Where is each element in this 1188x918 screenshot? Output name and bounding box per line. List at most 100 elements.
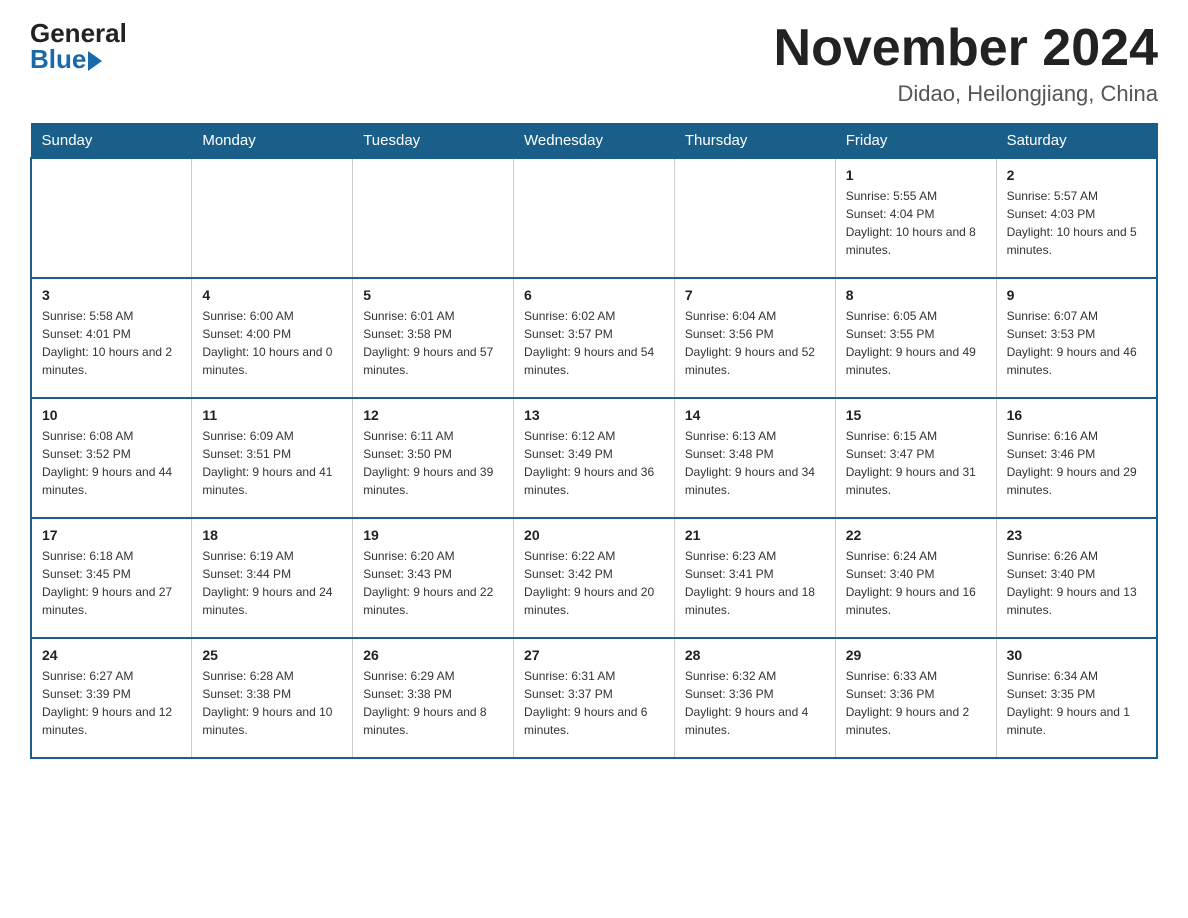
day-number: 25 — [202, 647, 342, 663]
calendar-day-cell: 12 Sunrise: 6:11 AMSunset: 3:50 PMDayligh… — [353, 398, 514, 518]
calendar-day-cell — [353, 158, 514, 278]
logo: General Blue — [30, 20, 127, 72]
day-info: Sunrise: 6:08 AMSunset: 3:52 PMDaylight:… — [42, 427, 181, 499]
calendar-day-cell: 26 Sunrise: 6:29 AMSunset: 3:38 PMDayligh… — [353, 638, 514, 758]
calendar-header-row: SundayMondayTuesdayWednesdayThursdayFrid… — [31, 124, 1157, 159]
day-info: Sunrise: 5:57 AMSunset: 4:03 PMDaylight:… — [1007, 187, 1146, 259]
calendar-day-cell: 4 Sunrise: 6:00 AMSunset: 4:00 PMDaylight… — [192, 278, 353, 398]
calendar-day-cell: 17 Sunrise: 6:18 AMSunset: 3:45 PMDayligh… — [31, 518, 192, 638]
day-info: Sunrise: 6:32 AMSunset: 3:36 PMDaylight:… — [685, 667, 825, 739]
calendar-day-cell: 18Sunrise: 6:19 AMSunset: 3:44 PMDayligh… — [192, 518, 353, 638]
day-number: 11 — [202, 407, 342, 423]
day-info: Sunrise: 6:13 AMSunset: 3:48 PMDaylight:… — [685, 427, 825, 499]
day-number: 10 — [42, 407, 181, 423]
calendar-day-cell: 6 Sunrise: 6:02 AMSunset: 3:57 PMDaylight… — [514, 278, 675, 398]
day-number: 1 — [846, 167, 986, 183]
day-number: 12 — [363, 407, 503, 423]
calendar-day-cell: 5Sunrise: 6:01 AMSunset: 3:58 PMDaylight… — [353, 278, 514, 398]
day-info: Sunrise: 6:11 AMSunset: 3:50 PMDaylight:… — [363, 427, 503, 499]
day-info: Sunrise: 6:09 AMSunset: 3:51 PMDaylight:… — [202, 427, 342, 499]
day-info: Sunrise: 6:33 AMSunset: 3:36 PMDaylight:… — [846, 667, 986, 739]
day-number: 16 — [1007, 407, 1146, 423]
calendar-day-cell: 29Sunrise: 6:33 AMSunset: 3:36 PMDayligh… — [835, 638, 996, 758]
day-info: Sunrise: 6:02 AMSunset: 3:57 PMDaylight:… — [524, 307, 664, 379]
day-number: 24 — [42, 647, 181, 663]
calendar-day-cell — [514, 158, 675, 278]
logo-triangle-icon — [88, 51, 102, 71]
day-info: Sunrise: 6:01 AMSunset: 3:58 PMDaylight:… — [363, 307, 503, 379]
day-number: 8 — [846, 287, 986, 303]
day-info: Sunrise: 6:27 AMSunset: 3:39 PMDaylight:… — [42, 667, 181, 739]
calendar-day-cell: 15Sunrise: 6:15 AMSunset: 3:47 PMDayligh… — [835, 398, 996, 518]
calendar-table: SundayMondayTuesdayWednesdayThursdayFrid… — [30, 123, 1158, 759]
day-info: Sunrise: 6:07 AMSunset: 3:53 PMDaylight:… — [1007, 307, 1146, 379]
calendar-day-cell: 9 Sunrise: 6:07 AMSunset: 3:53 PMDaylight… — [996, 278, 1157, 398]
header: General Blue November 2024 Didao, Heilon… — [30, 20, 1158, 107]
day-number: 3 — [42, 287, 181, 303]
day-info: Sunrise: 6:34 AMSunset: 3:35 PMDaylight:… — [1007, 667, 1146, 739]
title-area: November 2024 Didao, Heilongjiang, China — [774, 20, 1158, 107]
calendar-day-cell: 1 Sunrise: 5:55 AMSunset: 4:04 PMDaylight… — [835, 158, 996, 278]
calendar-day-cell: 3 Sunrise: 5:58 AMSunset: 4:01 PMDaylight… — [31, 278, 192, 398]
calendar-day-cell: 13 Sunrise: 6:12 AMSunset: 3:49 PMDayligh… — [514, 398, 675, 518]
day-info: Sunrise: 6:15 AMSunset: 3:47 PMDaylight:… — [846, 427, 986, 499]
day-info: Sunrise: 6:31 AMSunset: 3:37 PMDaylight:… — [524, 667, 664, 739]
day-info: Sunrise: 6:29 AMSunset: 3:38 PMDaylight:… — [363, 667, 503, 739]
calendar-day-cell: 28 Sunrise: 6:32 AMSunset: 3:36 PMDayligh… — [674, 638, 835, 758]
day-number: 13 — [524, 407, 664, 423]
day-info: Sunrise: 6:22 AMSunset: 3:42 PMDaylight:… — [524, 547, 664, 619]
calendar-day-cell: 10 Sunrise: 6:08 AMSunset: 3:52 PMDayligh… — [31, 398, 192, 518]
day-info: Sunrise: 6:00 AMSunset: 4:00 PMDaylight:… — [202, 307, 342, 379]
calendar-day-cell: 2 Sunrise: 5:57 AMSunset: 4:03 PMDaylight… — [996, 158, 1157, 278]
calendar-header-saturday: Saturday — [996, 124, 1157, 159]
calendar-day-cell: 16 Sunrise: 6:16 AMSunset: 3:46 PMDayligh… — [996, 398, 1157, 518]
day-number: 9 — [1007, 287, 1146, 303]
calendar-day-cell — [31, 158, 192, 278]
calendar-week-row: 24 Sunrise: 6:27 AMSunset: 3:39 PMDayligh… — [31, 638, 1157, 758]
day-info: Sunrise: 6:28 AMSunset: 3:38 PMDaylight:… — [202, 667, 342, 739]
day-number: 27 — [524, 647, 664, 663]
day-info: Sunrise: 6:05 AMSunset: 3:55 PMDaylight:… — [846, 307, 986, 379]
calendar-header-monday: Monday — [192, 124, 353, 159]
day-number: 22 — [846, 527, 986, 543]
calendar-day-cell — [192, 158, 353, 278]
calendar-week-row: 1 Sunrise: 5:55 AMSunset: 4:04 PMDaylight… — [31, 158, 1157, 278]
day-number: 4 — [202, 287, 342, 303]
logo-blue-text: Blue — [30, 46, 86, 72]
calendar-week-row: 10 Sunrise: 6:08 AMSunset: 3:52 PMDayligh… — [31, 398, 1157, 518]
day-number: 18 — [202, 527, 342, 543]
day-info: Sunrise: 6:12 AMSunset: 3:49 PMDaylight:… — [524, 427, 664, 499]
day-number: 17 — [42, 527, 181, 543]
calendar-day-cell: 14Sunrise: 6:13 AMSunset: 3:48 PMDayligh… — [674, 398, 835, 518]
day-info: Sunrise: 6:24 AMSunset: 3:40 PMDaylight:… — [846, 547, 986, 619]
day-number: 19 — [363, 527, 503, 543]
month-title: November 2024 — [774, 20, 1158, 77]
calendar-day-cell: 25 Sunrise: 6:28 AMSunset: 3:38 PMDayligh… — [192, 638, 353, 758]
calendar-header-thursday: Thursday — [674, 124, 835, 159]
calendar-header-friday: Friday — [835, 124, 996, 159]
calendar-day-cell — [674, 158, 835, 278]
day-info: Sunrise: 6:20 AMSunset: 3:43 PMDaylight:… — [363, 547, 503, 619]
day-number: 28 — [685, 647, 825, 663]
day-info: Sunrise: 5:58 AMSunset: 4:01 PMDaylight:… — [42, 307, 181, 379]
day-number: 21 — [685, 527, 825, 543]
calendar-day-cell: 8 Sunrise: 6:05 AMSunset: 3:55 PMDaylight… — [835, 278, 996, 398]
day-info: Sunrise: 6:16 AMSunset: 3:46 PMDaylight:… — [1007, 427, 1146, 499]
day-info: Sunrise: 6:04 AMSunset: 3:56 PMDaylight:… — [685, 307, 825, 379]
day-number: 6 — [524, 287, 664, 303]
day-number: 23 — [1007, 527, 1146, 543]
calendar-day-cell: 22 Sunrise: 6:24 AMSunset: 3:40 PMDayligh… — [835, 518, 996, 638]
day-number: 26 — [363, 647, 503, 663]
calendar-header-sunday: Sunday — [31, 124, 192, 159]
calendar-week-row: 3 Sunrise: 5:58 AMSunset: 4:01 PMDaylight… — [31, 278, 1157, 398]
calendar-header-tuesday: Tuesday — [353, 124, 514, 159]
day-number: 7 — [685, 287, 825, 303]
day-info: Sunrise: 5:55 AMSunset: 4:04 PMDaylight:… — [846, 187, 986, 259]
calendar-day-cell: 24 Sunrise: 6:27 AMSunset: 3:39 PMDayligh… — [31, 638, 192, 758]
calendar-week-row: 17 Sunrise: 6:18 AMSunset: 3:45 PMDayligh… — [31, 518, 1157, 638]
calendar-day-cell: 11 Sunrise: 6:09 AMSunset: 3:51 PMDayligh… — [192, 398, 353, 518]
day-number: 30 — [1007, 647, 1146, 663]
day-info: Sunrise: 6:18 AMSunset: 3:45 PMDaylight:… — [42, 547, 181, 619]
day-info: Sunrise: 6:26 AMSunset: 3:40 PMDaylight:… — [1007, 547, 1146, 619]
day-number: 2 — [1007, 167, 1146, 183]
